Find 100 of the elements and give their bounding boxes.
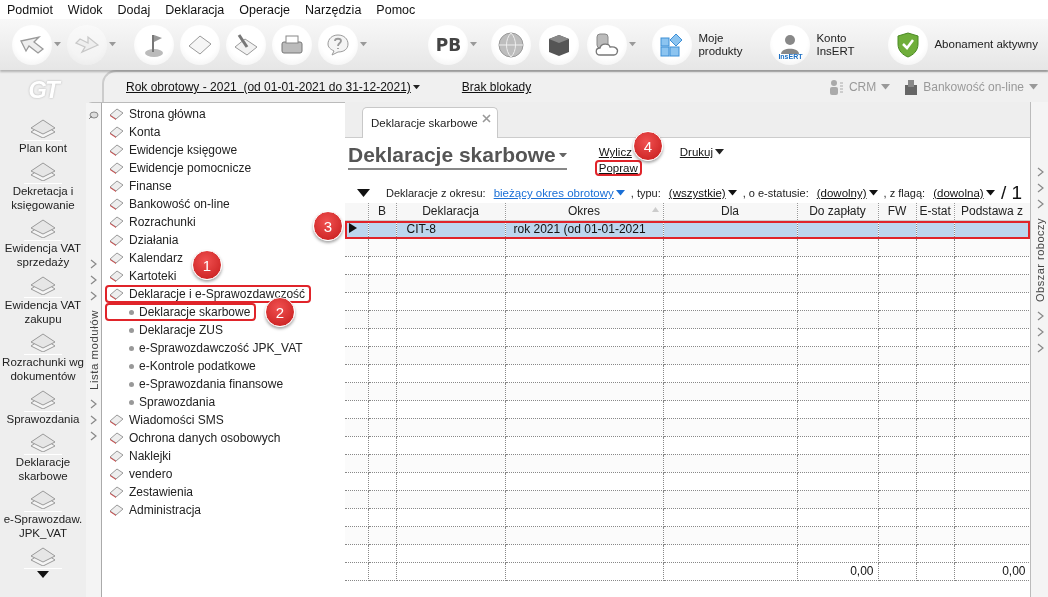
view-title[interactable]: Deklaracje skarbowe <box>348 143 567 170</box>
document-stack-icon <box>28 275 58 295</box>
action-link[interactable]: Popraw <box>594 160 642 176</box>
module-item[interactable]: e-Sprawozdawczość JPK_VAT <box>105 339 309 357</box>
module-label: e-Sprawozdawczość JPK_VAT <box>139 341 303 355</box>
column-header[interactable]: Okres <box>505 203 663 221</box>
shortcut-label: Rozrachunki wg dokumentów <box>2 355 84 383</box>
scroll-down-icon[interactable] <box>37 571 49 578</box>
module-label: vendero <box>129 467 173 481</box>
module-item[interactable]: Konta <box>105 123 167 141</box>
module-item[interactable]: Deklaracje skarbowe <box>105 303 257 321</box>
module-item[interactable]: Ochrona danych osobowych <box>105 429 287 447</box>
module-item[interactable]: Deklaracje ZUS <box>105 321 230 339</box>
filter-link[interactable]: (dowolny) <box>816 187 878 199</box>
module-item[interactable]: Sprawozdania <box>105 393 222 411</box>
book-icon <box>109 107 124 121</box>
caret-icon[interactable] <box>985 190 995 196</box>
tab[interactable]: Deklaracje skarbowe <box>362 107 498 138</box>
module-item[interactable]: e-Kontrole podatkowe <box>105 357 262 375</box>
column-header[interactable]: E-stat <box>916 203 954 221</box>
module-label: e-Sprawozdania finansowe <box>139 377 284 391</box>
shortcut-item[interactable]: Ewidencja VAT sprzedaży <box>1 218 85 269</box>
module-label: Deklaracje ZUS <box>139 323 224 337</box>
caret-icon[interactable] <box>715 149 725 155</box>
menu-item[interactable]: Widok <box>67 2 103 17</box>
shortcut-item[interactable]: Plan kont <box>1 118 85 155</box>
period-link[interactable]: Rok obrotowy - 2021 (od 01-01-2021 do 31-12-2021) <box>126 80 420 94</box>
toolbar-label: Abonament aktywny <box>934 38 1038 51</box>
panel-title: Lista modułów <box>87 310 100 390</box>
book-icon <box>109 449 124 463</box>
chevron-icon[interactable] <box>1035 311 1045 322</box>
toolbar-button[interactable]: PB <box>428 24 469 65</box>
book-icon <box>109 161 124 175</box>
document-stack-icon <box>28 432 58 452</box>
menu-item[interactable]: Dodaj <box>117 2 151 17</box>
menu-item[interactable]: Pomoc <box>376 2 416 17</box>
shortcut-item[interactable]: Deklaracje skarbowe <box>1 432 85 483</box>
module-label: Deklaracje skarbowe <box>139 305 251 319</box>
module-item[interactable]: Administracja <box>105 501 208 519</box>
caret-icon[interactable] <box>412 84 420 90</box>
filter-label: , typu: <box>630 187 661 199</box>
module-item[interactable]: Ewidencje pomocnicze <box>105 159 258 177</box>
column-header[interactable]: Dla <box>663 203 797 221</box>
book-icon <box>109 251 124 265</box>
action-link[interactable]: Drukuj <box>675 144 729 160</box>
lock-icon <box>904 79 919 95</box>
page-count: / 1 <box>1000 182 1022 204</box>
module-item[interactable]: Naklejki <box>105 447 177 465</box>
module-item[interactable]: vendero <box>105 465 179 483</box>
module-item[interactable]: Deklaracje i e-Sprawozdawczość <box>105 285 312 303</box>
column-header[interactable]: B <box>368 203 396 221</box>
filter-link[interactable]: (wszystkie) <box>668 187 737 199</box>
caret-icon[interactable] <box>727 190 737 196</box>
menu-item[interactable]: Operacje <box>239 2 291 17</box>
module-item[interactable]: Kartoteki <box>105 267 183 285</box>
toolbar-button[interactable] <box>134 24 174 65</box>
module-item[interactable]: Zestawienia <box>105 483 200 501</box>
module-item[interactable]: e-Sprawozdania finansowe <box>105 375 290 393</box>
chevron-icon[interactable] <box>1035 343 1045 354</box>
menu-item[interactable]: Narzędzia <box>305 2 362 17</box>
module-item[interactable]: Finanse <box>105 177 178 195</box>
module-item[interactable]: Kalendarz <box>105 249 190 267</box>
panel-title: Obszar roboczy <box>1034 218 1046 303</box>
shortcut-item[interactable]: Rozrachunki wg dokumentów <box>1 332 85 383</box>
filter-link[interactable]: bieżący okres obrotowy <box>493 187 625 199</box>
chevron-icon[interactable] <box>1035 327 1045 338</box>
menu-item[interactable]: Podmiot <box>7 2 53 17</box>
menu-item[interactable]: Deklaracja <box>165 2 225 17</box>
close-icon[interactable] <box>482 113 491 123</box>
action-link[interactable]: Wylicz <box>594 144 636 160</box>
filter-link[interactable]: (dowolna) <box>933 187 995 199</box>
shortcut-item[interactable]: Sprawozdania <box>1 389 85 426</box>
document-stack-icon <box>28 118 58 138</box>
module-label: Ewidencje pomocnicze <box>129 161 252 175</box>
module-item[interactable]: Strona główna <box>105 105 212 123</box>
column-header[interactable]: Deklaracja <box>396 203 505 221</box>
column-header[interactable]: Podstawa z <box>954 203 1030 221</box>
collapse-icon[interactable] <box>357 189 370 197</box>
total-cell: 0,00 <box>797 562 878 581</box>
module-item[interactable]: Rozrachunki <box>105 213 202 231</box>
shortcut-item[interactable]: e-Sprawozdaw. JPK_VAT <box>1 489 85 540</box>
module-item[interactable]: Ewidencje księgowe <box>105 141 244 159</box>
shortcut-item[interactable]: Dekretacja i księgowanie <box>1 161 85 212</box>
help-icon <box>326 32 350 57</box>
module-item[interactable]: Wiadomości SMS <box>105 411 230 429</box>
module-label: Rozrachunki <box>129 215 196 229</box>
module-item[interactable]: Działania <box>105 231 185 249</box>
table-cell: CIT-8 <box>396 220 505 239</box>
module-label: Strona główna <box>129 107 206 121</box>
lock-link[interactable]: Brak blokady <box>461 80 532 94</box>
caret-icon[interactable] <box>868 190 878 196</box>
module-label: Wiadomości SMS <box>129 413 224 427</box>
person-icon <box>779 33 802 56</box>
module-item[interactable]: Bankowość on-line <box>105 195 236 213</box>
document-stack-icon <box>28 218 58 238</box>
module-label: Zestawienia <box>129 485 194 499</box>
shortcut-item[interactable]: Ewidencja VAT zakupu <box>1 275 85 326</box>
book-icon <box>109 485 124 499</box>
column-header[interactable]: FW <box>878 203 916 221</box>
column-header[interactable]: Do zapłaty <box>797 203 878 221</box>
